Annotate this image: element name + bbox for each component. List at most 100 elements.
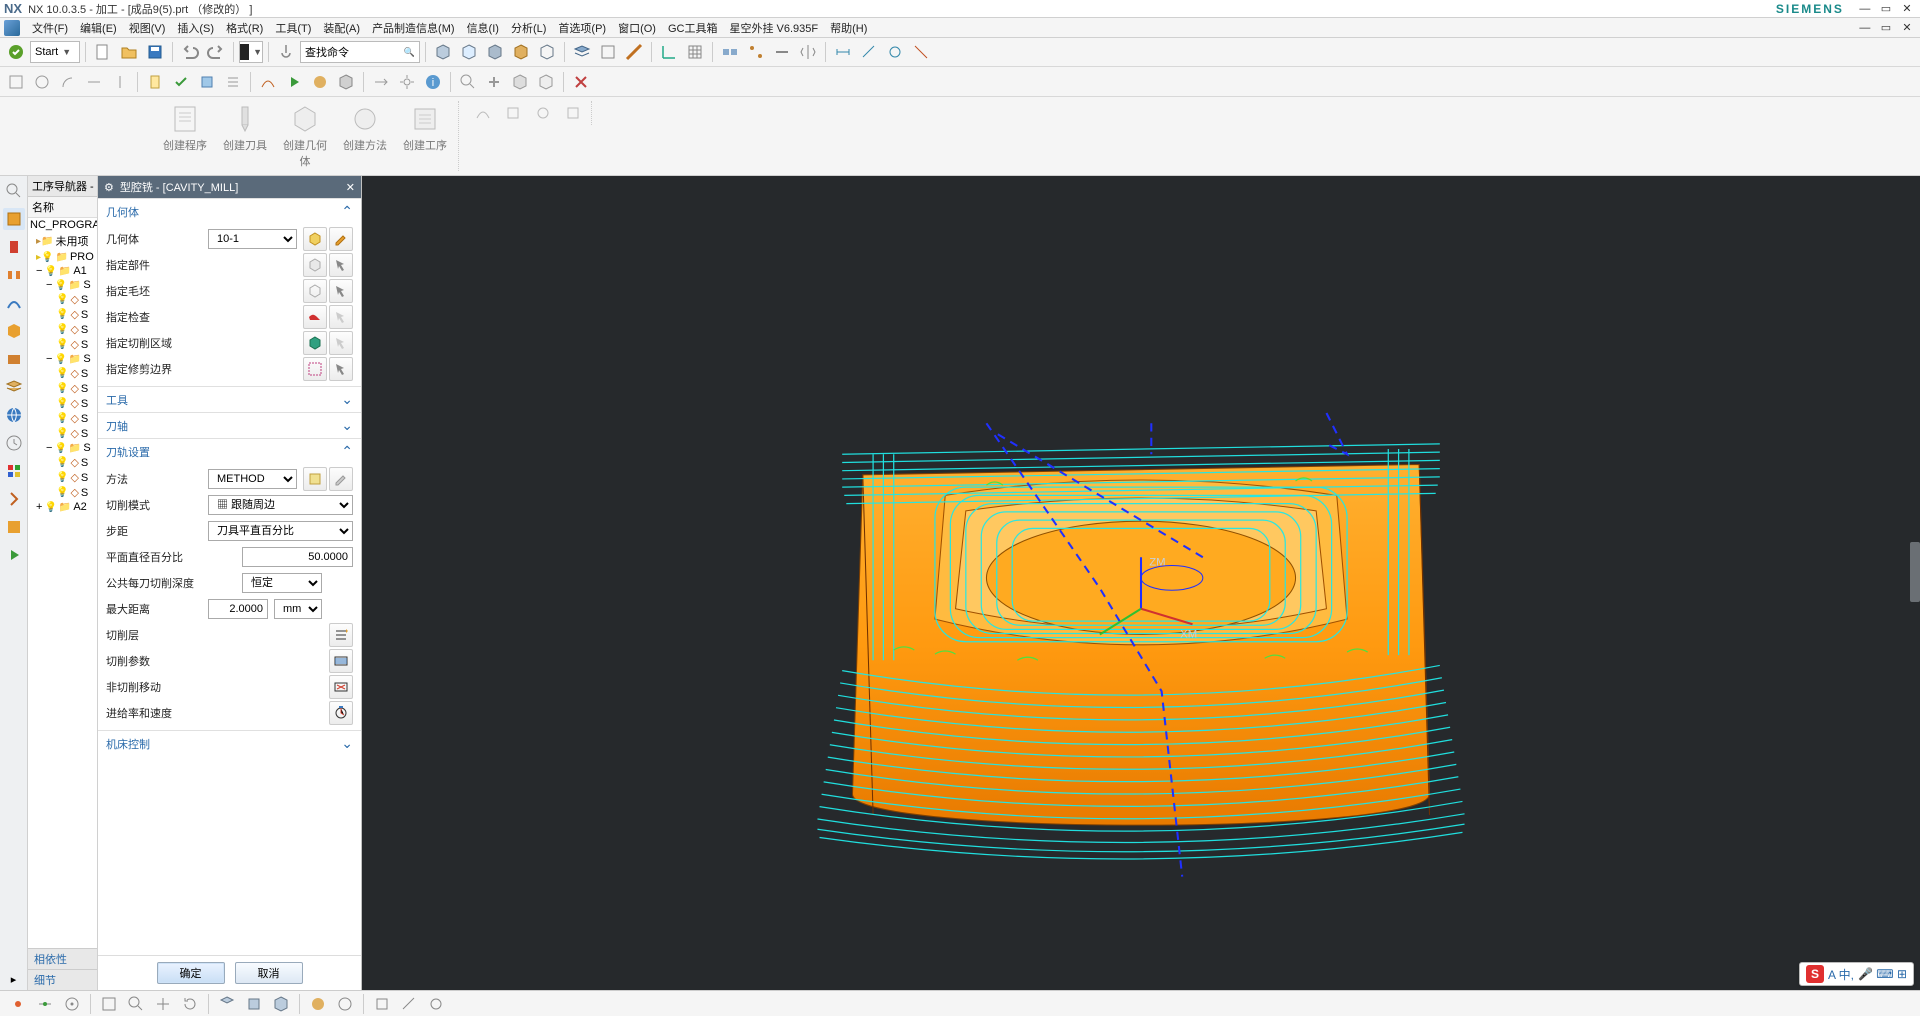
dim3-icon[interactable] xyxy=(883,40,907,64)
rail-collapse-icon[interactable]: ▸ xyxy=(3,968,25,990)
snap-mid-icon[interactable] xyxy=(33,992,57,1016)
gear-icon[interactable]: ⚙ xyxy=(104,181,114,194)
ime-icons[interactable]: 🎤 ⌨ ⊞ xyxy=(1858,967,1907,981)
specify-blank-show-button[interactable] xyxy=(329,279,353,303)
cam-delete-icon[interactable] xyxy=(569,70,593,94)
specify-cutarea-select-button[interactable] xyxy=(303,331,327,355)
create-tool-button[interactable]: 创建刀具 xyxy=(218,101,272,171)
specify-blank-select-button[interactable] xyxy=(303,279,327,303)
nav-op-10[interactable]: 💡◇S xyxy=(28,455,97,470)
snap-end-icon[interactable] xyxy=(6,992,30,1016)
cam-zoom-icon[interactable] xyxy=(456,70,480,94)
cut-mode-select[interactable]: ▦ 跟随周边 xyxy=(208,495,353,515)
assembly-navigator-tab[interactable] xyxy=(3,320,25,342)
maxdist-input[interactable] xyxy=(208,599,268,619)
view-render-icon[interactable] xyxy=(509,40,533,64)
menu-assembly[interactable]: 装配(A) xyxy=(317,18,366,38)
cam-play-icon[interactable] xyxy=(282,70,306,94)
history-tab[interactable] xyxy=(3,432,25,454)
nav-unused[interactable]: ▸📁未用项 xyxy=(28,232,97,250)
orient-iso-icon[interactable] xyxy=(269,992,293,1016)
menu-gctool[interactable]: GC工具箱 xyxy=(662,18,724,38)
geometry-edit-button[interactable] xyxy=(329,227,353,251)
menu-info[interactable]: 信息(I) xyxy=(461,18,505,38)
menu-edit[interactable]: 编辑(E) xyxy=(74,18,123,38)
view-pan-icon[interactable] xyxy=(151,992,175,1016)
part-navigator-tab[interactable] xyxy=(3,292,25,314)
machine-tool-tab[interactable] xyxy=(3,236,25,258)
explode-icon[interactable] xyxy=(744,40,768,64)
menu-analyze[interactable]: 分析(L) xyxy=(505,18,552,38)
doc-minimize-button[interactable]: — xyxy=(1856,22,1874,34)
bot-misc-3[interactable] xyxy=(424,992,448,1016)
specify-part-select-button[interactable] xyxy=(303,253,327,277)
snap-center-icon[interactable] xyxy=(60,992,84,1016)
dim4-icon[interactable] xyxy=(909,40,933,64)
find-tab-icon[interactable] xyxy=(3,180,25,202)
doc-close-button[interactable]: ✕ xyxy=(1898,21,1916,34)
clip-icon[interactable] xyxy=(596,40,620,64)
nav-op-2[interactable]: 💡◇S xyxy=(28,307,97,322)
cam-cube1-icon[interactable] xyxy=(508,70,532,94)
geometry-select[interactable]: 10-1 xyxy=(208,229,297,249)
menu-xkplugin[interactable]: 星空外挂 V6.935F xyxy=(723,18,824,38)
noncut-button[interactable] xyxy=(329,675,353,699)
color-tab[interactable] xyxy=(3,460,25,482)
menu-help[interactable]: 帮助(H) xyxy=(824,18,873,38)
nav-a1-s1[interactable]: −💡📁S xyxy=(28,278,97,292)
redo-button[interactable] xyxy=(204,40,228,64)
restore-button[interactable]: ▭ xyxy=(1877,2,1895,15)
nav-op-6[interactable]: 💡◇S xyxy=(28,381,97,396)
roles-tab[interactable] xyxy=(3,516,25,538)
nav-op-11[interactable]: 💡◇S xyxy=(28,470,97,485)
view-cube-icon[interactable] xyxy=(431,40,455,64)
wire-icon[interactable] xyxy=(333,992,357,1016)
menu-tools[interactable]: 工具(T) xyxy=(269,18,317,38)
nav-a2[interactable]: +💡📁A2 xyxy=(28,500,97,514)
cam-btn-5[interactable] xyxy=(108,70,132,94)
geometry-tab[interactable] xyxy=(3,264,25,286)
misc-icon-4[interactable] xyxy=(561,101,585,125)
cam-cube2-icon[interactable] xyxy=(534,70,558,94)
nav-op-4[interactable]: 💡◇S xyxy=(28,337,97,352)
cutlevels-button[interactable] xyxy=(329,623,353,647)
cam-post-icon[interactable] xyxy=(195,70,219,94)
wcs-icon[interactable] xyxy=(657,40,681,64)
menu-view[interactable]: 视图(V) xyxy=(123,18,172,38)
start-dropdown[interactable]: Start▼ xyxy=(30,41,80,63)
view-rotate-icon[interactable] xyxy=(178,992,202,1016)
viewport-scrollbar[interactable] xyxy=(1910,542,1920,602)
grid-icon[interactable] xyxy=(683,40,707,64)
specify-part-show-button[interactable] xyxy=(329,253,353,277)
layer-icon[interactable] xyxy=(570,40,594,64)
view-zoom-icon[interactable] xyxy=(124,992,148,1016)
undo-button[interactable] xyxy=(178,40,202,64)
cam-stock-icon[interactable] xyxy=(334,70,358,94)
cam-opt-icon[interactable] xyxy=(395,70,419,94)
ok-button[interactable]: 确定 xyxy=(157,962,225,984)
menu-insert[interactable]: 插入(S) xyxy=(171,18,220,38)
tool-tab[interactable] xyxy=(3,488,25,510)
touch-mode-button[interactable] xyxy=(274,40,298,64)
step-select[interactable]: 刀具平直百分比 xyxy=(208,521,353,541)
nav-prog[interactable]: ▸💡📁PRO xyxy=(28,250,97,264)
dialog-title-bar[interactable]: ⚙ 型腔铣 - [CAVITY_MILL] ✕ xyxy=(98,176,361,198)
nav-op-8[interactable]: 💡◇S xyxy=(28,411,97,426)
specify-cutarea-show-button[interactable] xyxy=(329,331,353,355)
cam-list-icon[interactable] xyxy=(221,70,245,94)
section-geometry-header[interactable]: 几何体 ⌃ xyxy=(98,198,361,224)
section-path-header[interactable]: 刀轨设置 ⌃ xyxy=(98,438,361,464)
menu-format[interactable]: 格式(R) xyxy=(220,18,269,38)
nav-op-7[interactable]: 💡◇S xyxy=(28,396,97,411)
reuse-library-tab[interactable] xyxy=(3,348,25,370)
misc-icon-3[interactable] xyxy=(531,101,555,125)
nav-tab-dependency[interactable]: 相依性 xyxy=(28,948,97,969)
cam-btn-1[interactable] xyxy=(4,70,28,94)
play-tab[interactable] xyxy=(3,544,25,566)
nav-op-9[interactable]: 💡◇S xyxy=(28,426,97,441)
cam-toolpath-icon[interactable] xyxy=(256,70,280,94)
create-geometry-button[interactable]: 创建几何体 xyxy=(278,101,332,171)
method-select[interactable]: METHOD xyxy=(208,469,297,489)
dim2-icon[interactable] xyxy=(857,40,881,64)
operation-navigator-tab[interactable] xyxy=(3,208,25,230)
